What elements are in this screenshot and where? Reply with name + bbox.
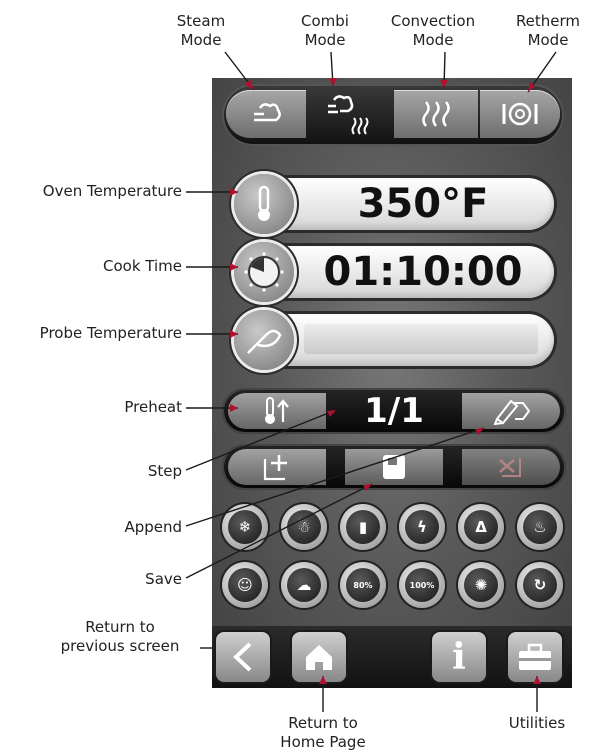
callout-steam-mode: Steam Mode	[176, 12, 226, 49]
steam-hold-icon: ♨	[523, 510, 557, 544]
humidity-80-option[interactable]: 80%	[340, 562, 386, 608]
callout-return-home: Return to Home Page	[280, 714, 366, 751]
options-row-2: ☺ ☁ 80% 100% ✺ ↻	[222, 562, 566, 612]
retherm-mode-button[interactable]	[480, 90, 560, 138]
preheat-button[interactable]	[228, 393, 326, 429]
cool-down-option[interactable]: ❄	[222, 504, 268, 550]
cycle-option[interactable]: ↻	[517, 562, 563, 608]
callout-oven-temperature: Oven Temperature	[42, 182, 182, 200]
home-button[interactable]	[292, 632, 346, 682]
callout-append: Append	[124, 518, 182, 536]
steam-icon	[254, 103, 281, 122]
door-option[interactable]: ▮	[340, 504, 386, 550]
delete-step-icon	[499, 458, 521, 477]
retherm-icon	[502, 102, 538, 126]
convection-mode-button[interactable]	[394, 90, 478, 138]
append-icon	[263, 455, 287, 481]
delete-step-button[interactable]	[462, 449, 560, 485]
probe-temperature-value	[304, 324, 538, 354]
save-button[interactable]	[345, 449, 443, 485]
combi-mode-button[interactable]	[308, 90, 392, 138]
callout-step: Step	[147, 462, 182, 480]
smoke-icon: ☁	[287, 568, 321, 602]
defrost-icon: ☃	[287, 510, 321, 544]
defrost-option[interactable]: ☃	[281, 504, 327, 550]
back-button[interactable]	[216, 632, 270, 682]
callout-cook-time: Cook Time	[103, 257, 182, 275]
program-control-bar	[222, 444, 566, 490]
recycle-icon: ↻	[523, 568, 557, 602]
home-icon	[306, 645, 332, 670]
callout-combi-mode: Combi Mode	[301, 12, 349, 49]
info-icon: i	[452, 636, 466, 678]
callout-convection-mode: Convection Mode	[390, 12, 476, 49]
edit-step-button[interactable]	[462, 393, 560, 429]
cook-time-value: 01:10:00	[323, 249, 523, 295]
door-icon: ▮	[346, 510, 380, 544]
oven-control-screen: 350°F 01:10:00 1/1 ❄ ☃ ▮ ϟ Δ ♨ ☺ ☁ 80% 1…	[212, 78, 572, 688]
step-control-bar: 1/1	[222, 388, 566, 434]
save-icon	[383, 455, 405, 479]
thermometer-icon[interactable]	[234, 174, 294, 234]
append-button[interactable]	[228, 449, 326, 485]
timer-icon[interactable]	[234, 242, 294, 302]
combi-icon	[328, 95, 369, 135]
callout-utilities: Utilities	[508, 714, 566, 732]
preheat-icon	[265, 397, 289, 424]
user-bell-icon: ☺	[228, 568, 262, 602]
options-row-1: ❄ ☃ ▮ ϟ Δ ♨	[222, 504, 566, 554]
humidity-100-option[interactable]: 100%	[399, 562, 445, 608]
callout-return-previous: Return to previous screen	[60, 618, 180, 655]
back-chevron-icon	[233, 642, 252, 672]
power-option[interactable]: ϟ	[399, 504, 445, 550]
smoke-option[interactable]: ☁	[281, 562, 327, 608]
callout-preheat: Preheat	[124, 398, 182, 416]
callout-retherm-mode: Retherm Mode	[515, 12, 581, 49]
mode-selector	[222, 84, 564, 146]
humidity-100-icon: 100%	[405, 568, 439, 602]
delta-t-option[interactable]: Δ	[458, 504, 504, 550]
fan-icon: ✺	[464, 568, 498, 602]
oven-temperature-value: 350°F	[357, 181, 489, 227]
fan-speed-option[interactable]: ✺	[458, 562, 504, 608]
lightning-icon: ϟ	[405, 510, 439, 544]
reminder-option[interactable]: ☺	[222, 562, 268, 608]
info-button[interactable]: i	[432, 632, 486, 682]
humidity-80-icon: 80%	[346, 568, 380, 602]
steam-mode-button[interactable]	[226, 90, 306, 138]
probe-icon[interactable]	[234, 310, 294, 370]
edit-pencil-icon	[493, 399, 531, 425]
convection-icon	[422, 101, 450, 127]
delta-t-icon: Δ	[464, 510, 498, 544]
callout-save: Save	[145, 570, 182, 588]
snowflake-fan-icon: ❄	[228, 510, 262, 544]
step-counter[interactable]: 1/1	[326, 388, 462, 434]
utilities-button[interactable]	[508, 632, 562, 682]
toolbox-icon	[519, 643, 551, 670]
hold-option[interactable]: ♨	[517, 504, 563, 550]
callout-probe-temperature: Probe Temperature	[39, 324, 182, 342]
